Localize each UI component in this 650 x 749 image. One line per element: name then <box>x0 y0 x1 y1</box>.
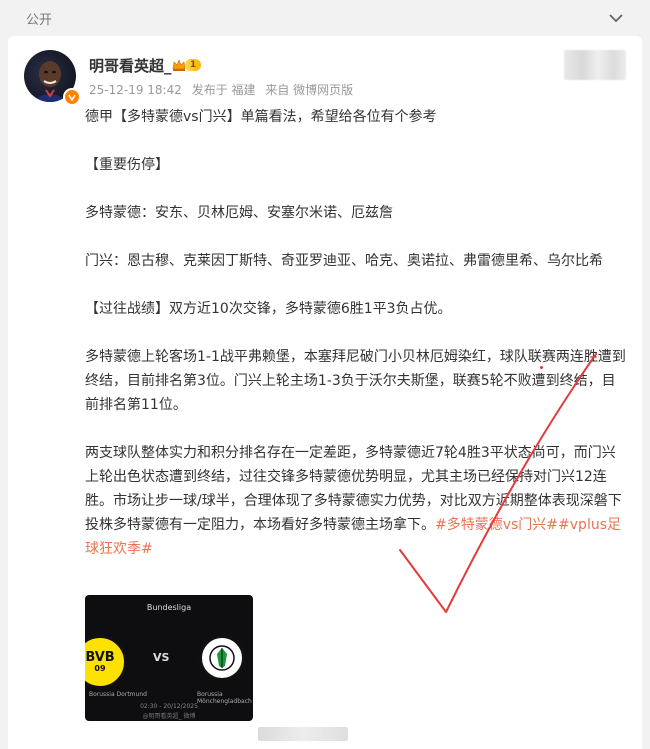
match-datetime: 02:30 - 20/12/2025 <box>140 703 198 710</box>
user-level-badge[interactable]: 1 <box>171 57 202 73</box>
gladbach-logo <box>199 635 245 681</box>
league-label: Bundesliga <box>146 603 192 612</box>
post-time[interactable]: 25-12-19 18:42 <box>89 83 182 97</box>
post-source: 来自 微博网页版 <box>265 83 354 97</box>
chevron-down-icon[interactable] <box>604 6 628 30</box>
author-name[interactable]: 明哥看英超_ <box>89 55 172 76</box>
post-paragraph: 两支球队整体实力和积分排名存在一定差距，多特蒙德近7轮4胜3平状态尚可，而门兴上… <box>85 441 629 561</box>
annotation-dot <box>540 366 543 369</box>
image-watermark: @明哥看英超_ 微博 <box>142 713 196 720</box>
vs-label: VS <box>153 651 170 664</box>
post-location: 发布于 福建 <box>191 83 256 97</box>
post-paragraph: 多特蒙德上轮客场1-1战平弗赖堡，本塞拜尼破门小贝林厄姆染红，球队联赛两连胜遭到… <box>85 349 626 413</box>
post-paragraph: 门兴：恩古穆、克莱因丁斯特、奇亚罗迪亚、哈克、奥诺拉、弗雷德里希、乌尔比希 <box>85 253 603 269</box>
post-paragraph: 德甲【多特蒙德vs门兴】单篇看法，希望给各位有个参考 <box>85 109 437 125</box>
visibility-label: 公开 <box>26 13 53 28</box>
post-card: 明哥看英超_ 1 25-12-19 18:42 发布于 福建 来自 微博网页版 … <box>8 36 642 749</box>
club-a-badge-text: BVB <box>85 650 115 665</box>
post-paragraph: 【过往战绩】双方近10次交锋，多特蒙德6胜1平3负占优。 <box>85 301 452 317</box>
dortmund-logo: BVB 09 <box>85 635 127 689</box>
level-number: 1 <box>185 59 202 71</box>
blurred-footer <box>258 727 348 741</box>
blurred-thumbnail <box>564 50 626 80</box>
post-paragraph: 多特蒙德：安东、贝林厄姆、安塞尔米诺、厄兹詹 <box>85 205 393 221</box>
club-a-badge-sub: 09 <box>94 664 106 673</box>
verified-badge-icon <box>63 88 81 106</box>
post-topbar: 公开 <box>0 0 650 36</box>
post-paragraph: 【重要伤停】 <box>85 157 169 173</box>
club-a-name: Borussia Dortmund <box>89 691 147 698</box>
post-meta: 25-12-19 18:42 发布于 福建 来自 微博网页版 <box>89 81 359 98</box>
post-image[interactable]: Bundesliga BVB 09 VS Borussia Dortmund B… <box>85 595 253 721</box>
post-body: 德甲【多特蒙德vs门兴】单篇看法，希望给各位有个参考 【重要伤停】 多特蒙德：安… <box>85 105 629 561</box>
